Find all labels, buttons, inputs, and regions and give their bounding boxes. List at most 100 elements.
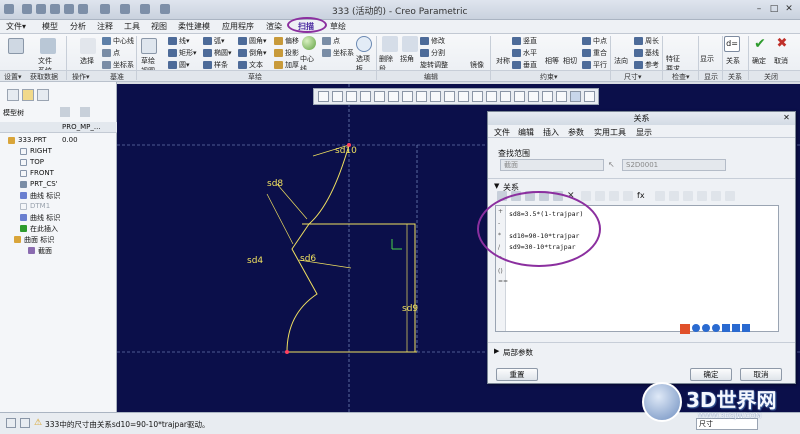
coordsys-button[interactable]: 坐标系 (102, 60, 134, 70)
minimize-icon[interactable]: – (752, 3, 766, 16)
units-icon[interactable] (669, 191, 679, 201)
center-line-sphere-icon[interactable] (302, 36, 316, 50)
menu-view[interactable]: 视图 (151, 21, 167, 32)
annotation-display-icon[interactable] (430, 91, 441, 102)
menu-analysis[interactable]: 分析 (70, 21, 86, 32)
dialog-menu-show[interactable]: 显示 (636, 127, 652, 138)
palette-icon[interactable] (356, 36, 372, 52)
mirror-button[interactable]: 镜像 (470, 60, 484, 70)
sketcher-display-icon[interactable] (570, 91, 581, 102)
evaluate-icon[interactable] (609, 191, 619, 201)
file-system-icon[interactable] (40, 38, 56, 54)
fillet-button[interactable]: 圆角▾ (238, 36, 267, 46)
save-icon[interactable] (50, 4, 60, 14)
ime-tools-icon[interactable] (742, 324, 750, 332)
constraint-display-icon[interactable] (528, 91, 539, 102)
ribbon-ok-button[interactable]: 确定 (752, 56, 766, 66)
menu-file[interactable]: 文件▾ (6, 21, 26, 32)
pick-arrow-icon[interactable]: ↖ (608, 160, 618, 170)
horizontal-button[interactable]: 水平 (512, 48, 537, 58)
coordsys2-button[interactable]: 坐标系 (322, 48, 354, 58)
undo-icon[interactable] (64, 4, 74, 14)
menu-model[interactable]: 模型 (42, 21, 58, 32)
show-dims-icon[interactable] (581, 191, 591, 201)
insert-param-icon[interactable] (623, 191, 633, 201)
open-icon[interactable] (36, 4, 46, 14)
dimension-display-icon[interactable] (514, 91, 525, 102)
insert-operator-icon[interactable] (655, 191, 665, 201)
section-line[interactable] (286, 223, 318, 353)
windows-icon[interactable] (120, 4, 130, 14)
redo-icon[interactable] (78, 4, 88, 14)
relations-expander-icon[interactable]: ▼ (494, 182, 499, 190)
vertical-button[interactable]: 竖直 (512, 36, 537, 46)
ribbon-cancel-button[interactable]: 取消 (774, 56, 788, 66)
baseline-button[interactable]: 基线 (634, 48, 659, 58)
function-icon[interactable]: fx (637, 191, 647, 201)
plane-display-icon[interactable] (458, 91, 469, 102)
sketch-setup-icon[interactable] (8, 38, 24, 54)
ok-check-icon[interactable]: ✔ (752, 36, 768, 52)
lookup-type-select[interactable]: 截面 (500, 159, 604, 171)
menu-tools[interactable]: 工具 (124, 21, 140, 32)
tree-item-surface[interactable]: 曲面 标识 (0, 234, 117, 245)
ime-logo-icon[interactable] (680, 324, 690, 334)
dialog-close-icon[interactable]: ✕ (781, 113, 792, 124)
display-style-icon[interactable] (374, 91, 385, 102)
dialog-menu-insert[interactable]: 插入 (543, 127, 559, 138)
tangent-button[interactable]: 相切 (563, 56, 577, 66)
select-icon[interactable] (80, 38, 96, 54)
close-window-icon[interactable] (140, 4, 150, 14)
modify-button[interactable]: 修改 (420, 36, 445, 46)
offset-button[interactable]: 偏移 (274, 36, 299, 46)
midpoint-button[interactable]: 中点 (582, 36, 607, 46)
tree-filter-icon[interactable] (80, 107, 90, 117)
dim-sd10[interactable]: sd10 (335, 146, 357, 156)
check-icon[interactable] (725, 191, 735, 201)
sort-relations-icon[interactable] (697, 191, 707, 201)
delete-segment-icon[interactable] (382, 36, 398, 52)
arc-button[interactable]: 弧▾ (203, 36, 225, 46)
tree-col-pro-mp[interactable]: PRO_MP_... (62, 123, 101, 131)
group-dimension[interactable]: 尺寸▾ (624, 72, 642, 82)
display-button[interactable]: 显示 (700, 54, 714, 64)
cancel-x-icon[interactable]: ✖ (774, 36, 790, 52)
tree-item-front[interactable]: FRONT (0, 168, 117, 179)
spline-button[interactable]: 样条 (203, 60, 228, 70)
perimeter-button[interactable]: 周长 (634, 36, 659, 46)
group-constrain[interactable]: 约束▾ (540, 72, 558, 82)
section-line[interactable] (308, 144, 350, 225)
circle-button[interactable]: 圆▾ (168, 60, 190, 70)
ime-mode-icon[interactable] (692, 324, 700, 332)
section-line[interactable] (302, 223, 416, 352)
tree-item-part[interactable]: 333.PRT 0.00 (0, 135, 117, 146)
perpendicular-button[interactable]: 垂直 (512, 60, 537, 70)
folder-tab-icon[interactable] (22, 89, 34, 101)
menu-render[interactable]: 渲染 (266, 21, 282, 32)
project-button[interactable]: 投影 (274, 48, 299, 58)
symmetric-button[interactable]: 对称 (496, 56, 510, 66)
menu-applications[interactable]: 应用程序 (222, 21, 254, 32)
more-display-icon[interactable] (584, 91, 595, 102)
point2-button[interactable]: 点 (322, 36, 340, 46)
parallel-button[interactable]: 平行 (582, 60, 607, 70)
customize-icon[interactable] (160, 4, 170, 14)
vertex-display-icon[interactable] (556, 91, 567, 102)
dialog-menu-edit[interactable]: 编辑 (518, 127, 534, 138)
menu-flexible-modeling[interactable]: 柔性建模 (178, 21, 210, 32)
close-icon[interactable]: ✕ (782, 3, 796, 16)
normal-button[interactable]: 法向 (614, 56, 628, 66)
equal-button[interactable]: 相等 (545, 56, 559, 66)
datum-display-icon[interactable] (416, 91, 427, 102)
group-operations[interactable]: 操作▾ (72, 72, 90, 82)
ime-skin-icon[interactable] (732, 324, 740, 332)
ime-keyboard-icon[interactable] (722, 324, 730, 332)
favorites-tab-icon[interactable] (37, 89, 49, 101)
dim-sd6[interactable]: sd6 (300, 254, 316, 264)
menu-annotate[interactable]: 注释 (97, 21, 113, 32)
dialog-menu-parameters[interactable]: 参数 (568, 127, 584, 138)
dim-sd4[interactable]: sd4 (247, 256, 263, 266)
sketch-view-icon[interactable] (402, 91, 413, 102)
tree-item-section[interactable]: 截面 (0, 245, 117, 256)
rectangle-button[interactable]: 矩形▾ (168, 48, 197, 58)
